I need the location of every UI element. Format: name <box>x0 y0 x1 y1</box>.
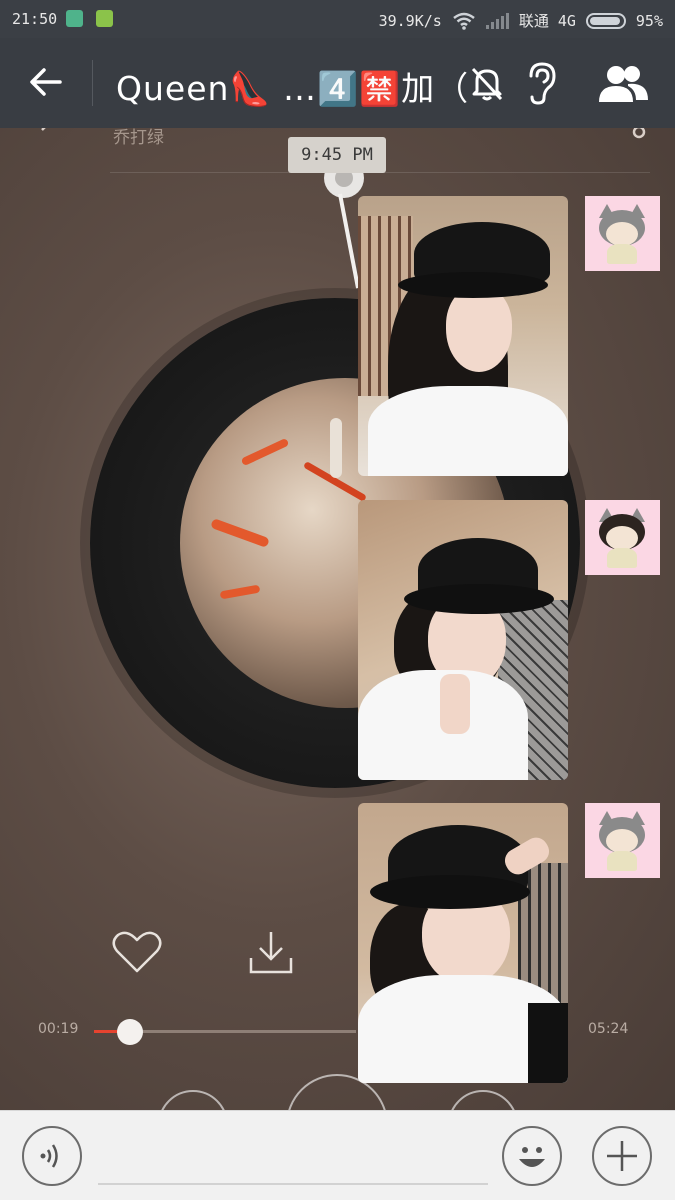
back-arrow-icon[interactable] <box>24 60 68 104</box>
ear-icon[interactable] <box>522 60 562 106</box>
image-message[interactable] <box>358 500 568 780</box>
smiley-face-icon <box>519 1147 545 1167</box>
next-button-outline <box>448 1090 518 1110</box>
carrier-label: 联通 4G <box>518 12 576 30</box>
shield-app-icon <box>66 10 83 27</box>
song-name: 乔打绿 <box>113 128 164 148</box>
emoji-button[interactable] <box>502 1126 562 1186</box>
signal-icon <box>485 12 509 29</box>
image-message[interactable] <box>358 196 568 476</box>
message-timestamp: 9:45 PM <box>288 137 386 173</box>
player-back-chevron-icon <box>41 128 46 131</box>
mute-bell-icon[interactable] <box>466 62 508 104</box>
player-share-icon <box>632 128 646 139</box>
status-bar: 21:50 39.9K/s 联通 4G 95% <box>0 0 675 38</box>
message-input[interactable] <box>98 1183 488 1185</box>
android-app-icon <box>96 10 113 27</box>
chat-title[interactable]: Queen👠 …4️⃣🈲加（ <box>116 62 469 110</box>
like-heart-icon <box>112 931 162 973</box>
battery-percent: 95% <box>635 11 663 30</box>
chat-input-bar <box>0 1110 675 1200</box>
chat-background: 乔打绿 00:19 05:24 <box>0 128 675 1110</box>
voice-wave-icon <box>40 1144 58 1168</box>
voice-input-button[interactable] <box>22 1126 82 1186</box>
time-elapsed: 00:19 <box>38 1021 79 1037</box>
more-options-button[interactable] <box>592 1126 652 1186</box>
status-time: 21:50 <box>12 10 58 28</box>
image-message[interactable] <box>358 803 568 1083</box>
prev-button-outline <box>158 1090 228 1110</box>
header-divider <box>92 60 93 106</box>
battery-icon <box>585 12 626 29</box>
wifi-icon <box>453 12 475 30</box>
chat-header: Queen👠 …4️⃣🈲加（ <box>0 38 675 128</box>
sender-avatar[interactable] <box>585 803 660 878</box>
download-icon <box>249 932 293 974</box>
sender-avatar[interactable] <box>585 196 660 271</box>
progress-knob <box>117 1019 143 1045</box>
group-people-icon[interactable] <box>596 62 650 104</box>
time-total: 05:24 <box>588 1021 629 1037</box>
plus-icon <box>607 1141 637 1171</box>
sender-avatar[interactable] <box>585 500 660 575</box>
network-speed: 39.9K/s <box>378 11 442 30</box>
